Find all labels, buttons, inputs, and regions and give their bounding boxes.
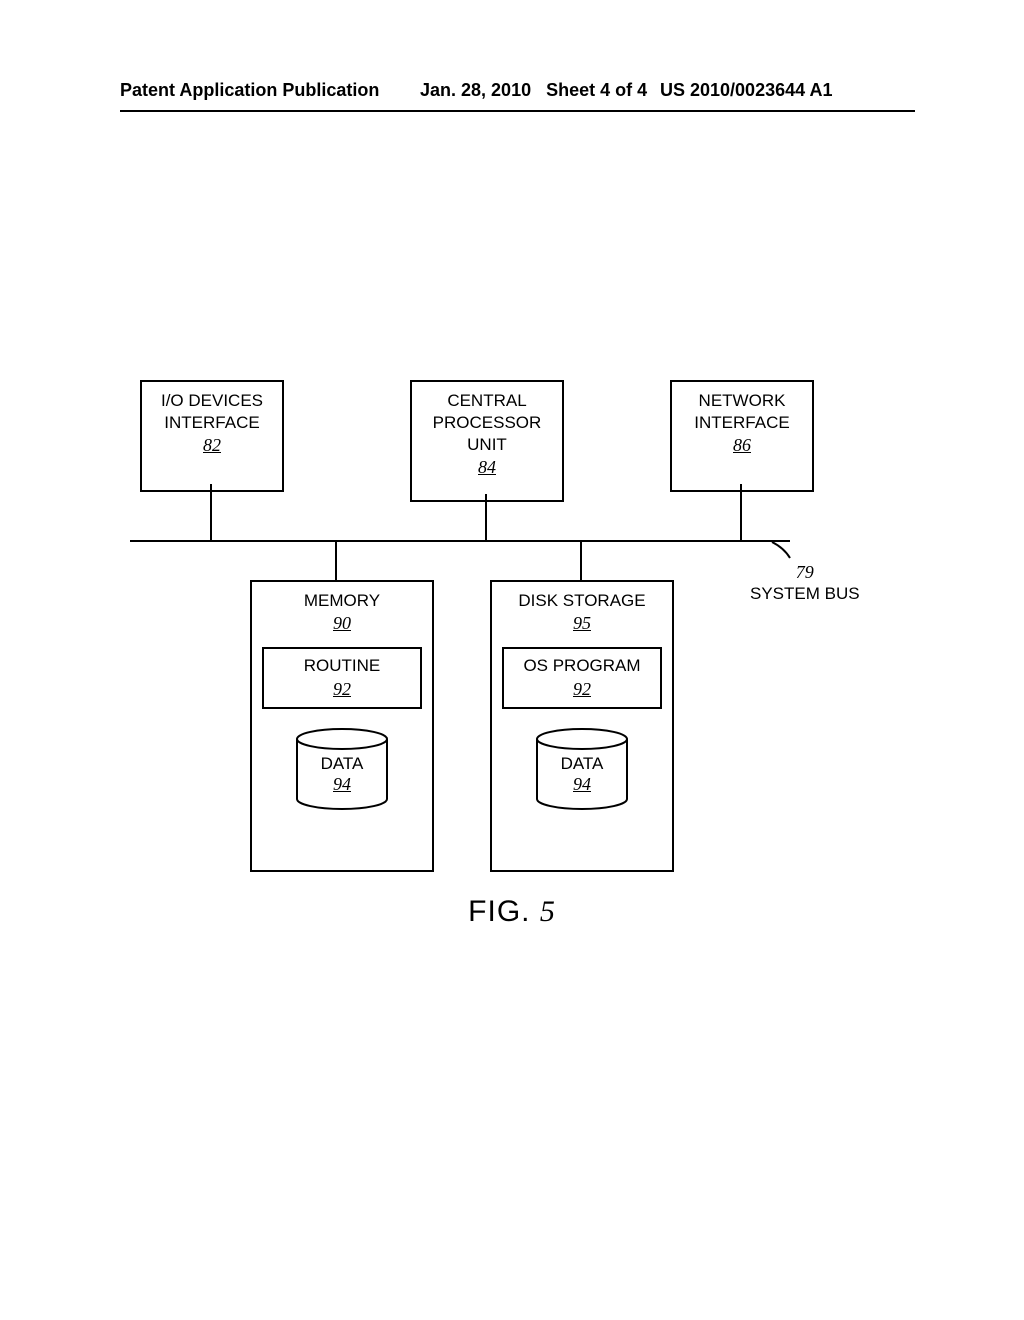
memory-data-cylinder: DATA 94 (292, 727, 392, 854)
memory-block: MEMORY 90 ROUTINE 92 DATA 94 (250, 580, 434, 872)
block-diagram: I/O DEVICES INTERFACE 82 CENTRAL PROCESS… (130, 380, 910, 900)
bus-ref: 79 (796, 562, 814, 582)
net-ref: 86 (672, 434, 812, 457)
io-label-2: INTERFACE (142, 412, 282, 434)
header-date: Jan. 28, 2010 (420, 80, 531, 100)
figure-caption: FIG. 5 (0, 895, 1024, 929)
cpu-label-2: PROCESSOR (412, 412, 562, 434)
cpu-label-1: CENTRAL (412, 390, 562, 412)
os-program-ref: 92 (504, 678, 660, 701)
os-program-label: OS PROGRAM (504, 655, 660, 677)
disk-data-text: DATA 94 (532, 754, 632, 796)
bus-label-group: 79 SYSTEM BUS (750, 562, 860, 604)
header-rule (120, 110, 915, 112)
io-devices-block: I/O DEVICES INTERFACE 82 (140, 380, 284, 492)
disk-data-cylinder: DATA 94 (532, 727, 632, 854)
routine-label: ROUTINE (264, 655, 420, 677)
header-publication: Patent Application Publication (120, 80, 379, 101)
memory-data-label: DATA (321, 754, 364, 773)
os-program-block: OS PROGRAM 92 (502, 647, 662, 708)
figure-label-text: FIG. (468, 895, 530, 928)
cpu-block: CENTRAL PROCESSOR UNIT 84 (410, 380, 564, 502)
disk-header: DISK STORAGE 95 (492, 590, 672, 647)
disk-data-label: DATA (561, 754, 604, 773)
header-mid: Jan. 28, 2010 Sheet 4 of 4 (420, 80, 647, 101)
io-label-1: I/O DEVICES (142, 390, 282, 412)
cpu-label-3: UNIT (412, 434, 562, 456)
connector-io (210, 484, 212, 540)
disk-ref: 95 (492, 612, 672, 635)
memory-title: MEMORY (252, 590, 432, 612)
connector-disk (580, 540, 582, 580)
network-block: NETWORK INTERFACE 86 (670, 380, 814, 492)
header-sheet: Sheet 4 of 4 (546, 80, 647, 100)
routine-block: ROUTINE 92 (262, 647, 422, 708)
system-bus-line (130, 540, 790, 542)
routine-ref: 92 (264, 678, 420, 701)
disk-title: DISK STORAGE (492, 590, 672, 612)
disk-block: DISK STORAGE 95 OS PROGRAM 92 DATA 94 (490, 580, 674, 872)
cpu-ref: 84 (412, 456, 562, 479)
memory-data-ref: 94 (333, 774, 351, 794)
memory-header: MEMORY 90 (252, 590, 432, 647)
bus-callout-icon (770, 540, 798, 560)
connector-memory (335, 540, 337, 580)
disk-data-ref: 94 (573, 774, 591, 794)
connector-cpu (485, 494, 487, 540)
net-label-1: NETWORK (672, 390, 812, 412)
figure-number: 5 (540, 895, 556, 928)
connector-net (740, 484, 742, 540)
header-pubnum: US 2010/0023644 A1 (660, 80, 832, 101)
bus-label: SYSTEM BUS (750, 584, 860, 603)
memory-data-text: DATA 94 (292, 754, 392, 796)
net-label-2: INTERFACE (672, 412, 812, 434)
io-ref: 82 (142, 434, 282, 457)
memory-ref: 90 (252, 612, 432, 635)
